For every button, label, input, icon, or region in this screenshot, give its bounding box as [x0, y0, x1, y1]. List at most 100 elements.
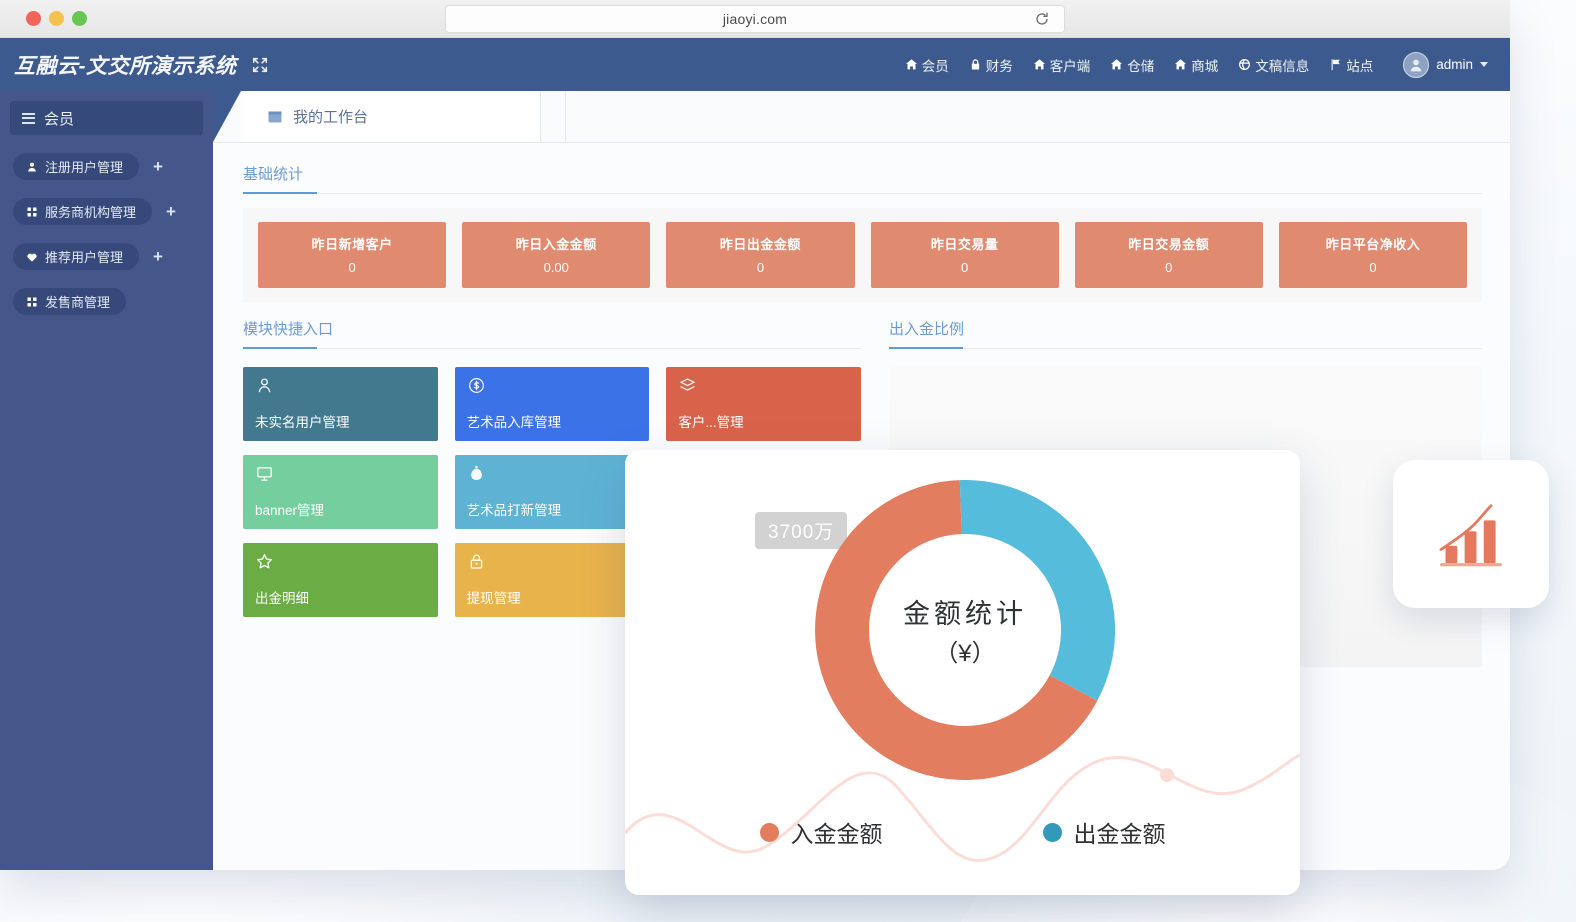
sidebar-header-label: 会员 — [44, 110, 75, 128]
tile-label: 客户...管理 — [678, 415, 744, 430]
tab-strip-filler — [541, 91, 566, 142]
tile-label: 出金明细 — [255, 591, 309, 606]
address-bar[interactable]: jiaoyi.com — [445, 4, 1065, 33]
nav-item-site[interactable]: 站点 — [1329, 55, 1373, 75]
nav-item-label: 站点 — [1346, 58, 1374, 74]
sidebar-item-pill[interactable]: 推荐用户管理 — [13, 243, 140, 270]
nav-item-mall[interactable]: 商城 — [1174, 55, 1218, 75]
app-header: 互融云-文交所演示系统 会员 财务 客户端 仓储 商城 文稿信息 站点 admi… — [0, 38, 1510, 91]
sidebar-expand-icon[interactable]: + — [153, 248, 163, 265]
stat-card-trade-volume[interactable]: 昨日交易量 0 — [870, 222, 1059, 288]
cashflow-donut-card: 3700万 金额统计 （¥） 入金金额 出金金额 — [625, 450, 1300, 895]
flag-icon — [1331, 59, 1341, 71]
home-icon — [1111, 59, 1123, 70]
stat-card-trade-amount[interactable]: 昨日交易金额 0 — [1074, 222, 1263, 288]
stat-card-label: 昨日交易量 — [930, 237, 999, 252]
traffic-lights — [26, 11, 87, 26]
dollar-circle-icon — [468, 378, 484, 393]
legend-label: 出金金额 — [1073, 821, 1166, 847]
top-navigation: 会员 财务 客户端 仓储 商城 文稿信息 站点 admin — [905, 51, 1488, 78]
stat-card-value: 0.00 — [543, 260, 569, 275]
nav-item-client[interactable]: 客户端 — [1033, 55, 1091, 75]
grid-icon — [27, 207, 37, 216]
sidebar-expand-icon[interactable]: + — [153, 158, 163, 175]
donut-legend: 入金金额 出金金额 — [625, 815, 1300, 849]
stat-card-new-customers[interactable]: 昨日新增客户 0 — [258, 222, 447, 288]
expand-icon[interactable] — [251, 56, 269, 74]
nav-item-label: 仓储 — [1127, 58, 1155, 74]
sidebar-item-referral-users[interactable]: 推荐用户管理 + — [0, 243, 213, 270]
nav-item-members[interactable]: 会员 — [905, 55, 949, 75]
bar-chart-trend-icon — [1439, 504, 1502, 567]
tile-banner-management[interactable]: banner管理 — [243, 455, 438, 529]
donut-center-text: 金额统计 （¥） — [815, 592, 1115, 668]
tile-customer-management[interactable]: 客户...管理 — [666, 367, 861, 441]
stat-card-label: 昨日出金金额 — [719, 237, 801, 252]
user-menu[interactable]: admin — [1403, 51, 1488, 78]
stat-card-withdraw-amount[interactable]: 昨日出金金额 0 — [666, 222, 855, 288]
home-icon — [1033, 59, 1045, 70]
nav-item-finance[interactable]: 财务 — [969, 55, 1013, 75]
avatar — [1403, 51, 1430, 78]
home-icon — [905, 59, 917, 70]
section-title: 模块快捷入口 — [243, 321, 334, 338]
minimize-window-button[interactable] — [49, 11, 64, 26]
nav-item-label: 会员 — [921, 58, 949, 74]
section-module-shortcuts-header: 模块快捷入口 — [243, 318, 861, 349]
user-icon — [28, 162, 36, 171]
stat-card-value: 0 — [1165, 260, 1173, 275]
nav-item-warehouse[interactable]: 仓储 — [1110, 55, 1154, 75]
tile-unverified-users[interactable]: 未实名用户管理 — [243, 367, 438, 441]
lock-icon — [971, 59, 979, 70]
sidebar-item-pill[interactable]: 发售商管理 — [13, 288, 127, 315]
section-underline — [889, 347, 1482, 349]
tab-strip-corner — [213, 91, 241, 142]
sidebar-header-members[interactable]: 会员 — [10, 101, 203, 135]
nav-item-label: 财务 — [985, 58, 1013, 74]
sidebar-item-label: 注册用户管理 — [45, 160, 124, 175]
stat-cards-row: 昨日新增客户 0 昨日入金金额 0.00 昨日出金金额 0 昨日交易量 0 昨日… — [243, 208, 1482, 302]
stat-card-value: 0 — [960, 260, 969, 275]
tile-label: 艺术品打新管理 — [466, 503, 562, 518]
chevron-down-icon[interactable] — [1480, 62, 1488, 67]
tile-withdraw-management[interactable]: 提现管理 — [454, 543, 650, 617]
section-title: 出入金比例 — [889, 321, 965, 338]
nav-item-label: 文稿信息 — [1255, 58, 1310, 74]
tab-label: 我的工作台 — [293, 109, 369, 126]
user-name: admin — [1436, 57, 1473, 72]
sidebar-expand-icon[interactable]: + — [166, 203, 176, 220]
grid-icon — [27, 297, 37, 306]
stat-card-label: 昨日入金金额 — [515, 237, 597, 252]
legend-item-withdraw[interactable]: 出金金额 — [1042, 815, 1166, 849]
workbench-grid-icon — [267, 109, 283, 125]
legend-item-deposit[interactable]: 入金金额 — [759, 815, 883, 849]
maximize-window-button[interactable] — [72, 11, 87, 26]
sidebar-item-label: 推荐用户管理 — [45, 250, 124, 265]
stat-card-platform-net-income[interactable]: 昨日平台净收入 0 — [1278, 222, 1468, 288]
globe-icon — [1239, 59, 1251, 70]
close-window-button[interactable] — [26, 11, 41, 26]
tab-strip: 我的工作台 — [213, 91, 1510, 143]
sidebar-item-pill[interactable]: 服务商机构管理 — [13, 198, 153, 225]
reload-icon[interactable] — [1034, 11, 1050, 27]
sidebar-item-registered-users[interactable]: 注册用户管理 + — [0, 153, 213, 180]
nav-item-label: 客户端 — [1049, 58, 1091, 74]
stat-card-deposit-amount[interactable]: 昨日入金金额 0.00 — [462, 222, 651, 288]
tile-artwork-inbound[interactable]: 艺术品入库管理 — [454, 367, 650, 441]
section-title: 基础统计 — [243, 166, 304, 183]
sidebar-item-distributors[interactable]: 发售商管理 — [0, 288, 213, 315]
heart-icon — [27, 253, 37, 262]
section-basic-stats-header: 基础统计 — [243, 163, 1482, 194]
sidebar-item-pill[interactable]: 注册用户管理 — [13, 153, 140, 180]
tab-my-workbench[interactable]: 我的工作台 — [241, 91, 541, 142]
stat-card-label: 昨日交易金额 — [1128, 237, 1210, 252]
hamburger-icon — [22, 112, 35, 124]
tile-withdrawal-details[interactable]: 出金明细 — [243, 543, 438, 617]
stat-card-label: 昨日平台净收入 — [1325, 237, 1421, 252]
tile-artwork-new-offering[interactable]: 艺术品打新管理 — [454, 455, 650, 529]
chart-icon-card[interactable] — [1393, 460, 1549, 608]
legend-swatch-icon — [759, 822, 779, 842]
nav-item-documents[interactable]: 文稿信息 — [1238, 55, 1309, 75]
user-avatar-icon — [1410, 59, 1422, 71]
sidebar-item-service-providers[interactable]: 服务商机构管理 + — [0, 198, 213, 225]
